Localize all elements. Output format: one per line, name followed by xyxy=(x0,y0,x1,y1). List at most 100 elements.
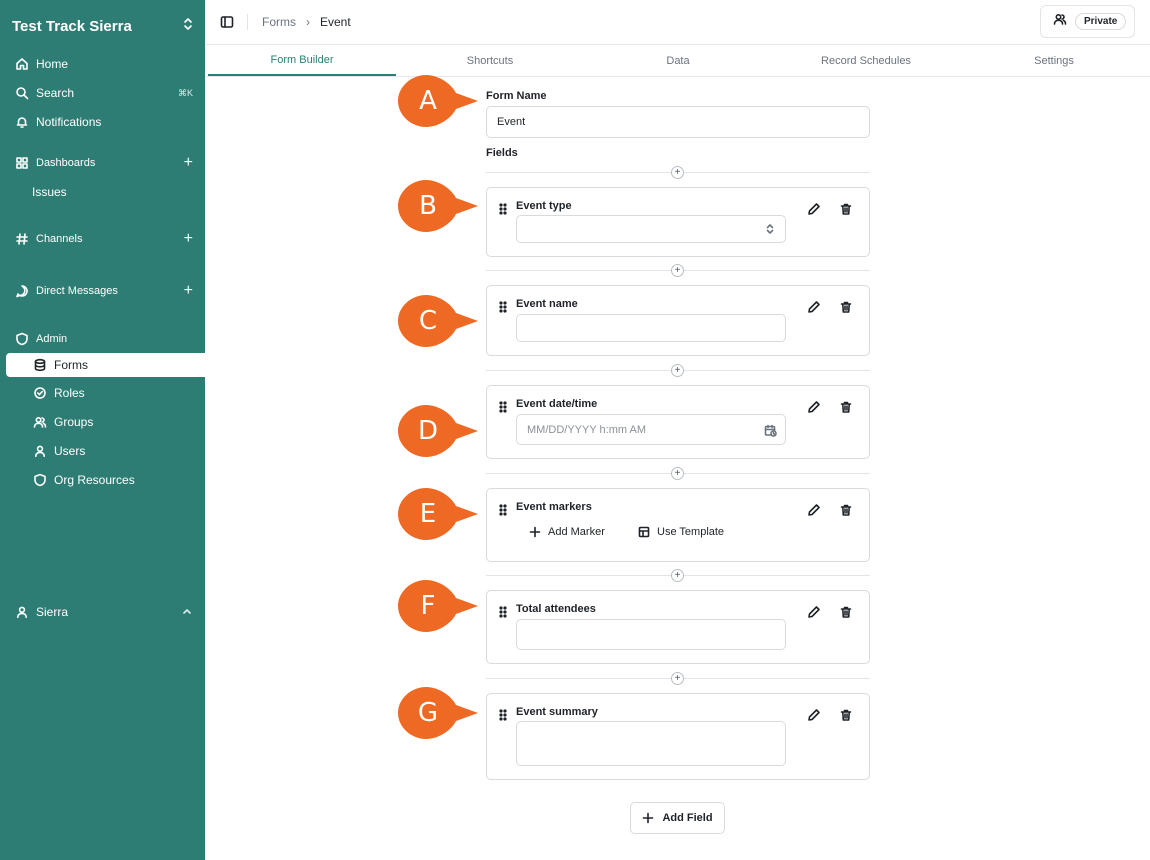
template-icon xyxy=(637,525,651,539)
sidebar-section-direct-messages[interactable]: Direct Messages + xyxy=(6,279,205,303)
callout-marker: B xyxy=(396,178,478,234)
callout-letter: E xyxy=(419,499,437,529)
sidebar-section-admin[interactable]: Admin xyxy=(6,327,205,351)
drag-handle-icon[interactable] xyxy=(499,503,507,516)
form-name-label: Form Name xyxy=(486,90,547,102)
drag-handle-icon[interactable] xyxy=(499,202,507,215)
user-name: Sierra xyxy=(36,605,69,619)
plus-icon xyxy=(642,812,654,824)
tab-data[interactable]: Data xyxy=(584,45,772,76)
sidebar-item-home[interactable]: Home xyxy=(6,52,205,76)
trash-icon[interactable] xyxy=(839,708,855,724)
shield-icon xyxy=(14,331,30,347)
chevron-updown-icon xyxy=(182,17,194,36)
pencil-icon[interactable] xyxy=(807,503,823,519)
use-template-button[interactable]: Use Template xyxy=(637,525,724,539)
callout-letter: A xyxy=(419,86,437,116)
sidebar-item-label: Search xyxy=(36,86,75,100)
drag-handle-icon[interactable] xyxy=(499,400,507,413)
check-circle-icon xyxy=(32,385,48,401)
callout-letter: F xyxy=(420,591,436,621)
sidebar-item-label: Home xyxy=(36,57,69,71)
sidebar-item-issues[interactable]: Issues xyxy=(6,180,205,204)
trash-icon[interactable] xyxy=(839,503,855,519)
insert-field-plus-icon[interactable]: + xyxy=(671,569,684,582)
trash-icon[interactable] xyxy=(839,605,855,621)
shield-icon xyxy=(32,472,48,488)
bell-icon xyxy=(14,114,30,130)
sidebar-toggle-icon[interactable] xyxy=(219,14,235,30)
sidebar-item-notifications[interactable]: Notifications xyxy=(6,110,205,134)
add-field-button[interactable]: Add Field xyxy=(630,802,725,834)
tab-shortcuts[interactable]: Shortcuts xyxy=(396,45,584,76)
trash-icon[interactable] xyxy=(839,300,855,316)
sidebar-item-users[interactable]: Users xyxy=(6,439,205,463)
insert-field-plus-icon[interactable]: + xyxy=(671,467,684,480)
pencil-icon[interactable] xyxy=(807,202,823,218)
privacy-button[interactable]: Private xyxy=(1040,5,1135,38)
sidebar-section-label: Direct Messages xyxy=(36,285,118,297)
breadcrumb-forms[interactable]: Forms xyxy=(262,15,296,29)
drag-handle-icon[interactable] xyxy=(499,300,507,313)
form-name-input[interactable]: Event xyxy=(486,106,870,138)
sidebar-user-menu[interactable]: Sierra xyxy=(6,600,205,624)
dashboard-icon xyxy=(14,155,30,171)
sidebar: Test Track Sierra Home Search ⌘K Notific… xyxy=(0,0,205,860)
tab-form-builder[interactable]: Form Builder xyxy=(208,45,396,76)
callout-marker: E xyxy=(396,486,478,542)
tab-bar: Form Builder Shortcuts Data Record Sched… xyxy=(205,45,1150,77)
tab-settings[interactable]: Settings xyxy=(960,45,1148,76)
pencil-icon[interactable] xyxy=(807,708,823,724)
trash-icon[interactable] xyxy=(839,400,855,416)
home-icon xyxy=(14,56,30,72)
sidebar-item-forms[interactable]: Forms xyxy=(6,353,205,377)
fields-label: Fields xyxy=(486,147,518,159)
event-name-input[interactable] xyxy=(516,314,786,342)
header: Forms › Event Private xyxy=(205,0,1150,45)
calendar-clock-icon[interactable] xyxy=(763,423,777,437)
event-summary-textarea[interactable] xyxy=(516,721,786,766)
insert-field-plus-icon[interactable]: + xyxy=(671,166,684,179)
add-channel-icon[interactable]: + xyxy=(184,231,193,247)
pencil-icon[interactable] xyxy=(807,400,823,416)
pencil-icon[interactable] xyxy=(807,300,823,316)
callout-letter: B xyxy=(419,191,437,221)
event-datetime-input[interactable]: MM/DD/YYYY h:mm AM xyxy=(516,414,786,445)
sidebar-item-roles[interactable]: Roles xyxy=(6,381,205,405)
sidebar-item-groups[interactable]: Groups xyxy=(6,410,205,434)
add-field-label: Add Field xyxy=(662,812,713,824)
total-attendees-input[interactable] xyxy=(516,619,786,650)
add-marker-button[interactable]: Add Marker xyxy=(528,525,605,539)
pencil-icon[interactable] xyxy=(807,605,823,621)
drag-handle-icon[interactable] xyxy=(499,605,507,618)
use-template-label: Use Template xyxy=(657,526,725,538)
sidebar-item-org-resources[interactable]: Org Resources xyxy=(6,468,205,492)
privacy-badge: Private xyxy=(1075,13,1127,30)
sidebar-item-search[interactable]: Search ⌘K xyxy=(6,81,205,105)
insert-field-plus-icon[interactable]: + xyxy=(671,672,684,685)
users-icon xyxy=(1053,12,1067,31)
hash-icon xyxy=(14,231,30,247)
insert-field-plus-icon[interactable]: + xyxy=(671,364,684,377)
insert-field-plus-icon[interactable]: + xyxy=(671,264,684,277)
add-message-icon[interactable]: + xyxy=(184,283,193,299)
field-title: Event type xyxy=(516,200,572,212)
sidebar-section-dashboards[interactable]: Dashboards + xyxy=(6,151,205,175)
trash-icon[interactable] xyxy=(839,202,855,218)
sidebar-item-label: Org Resources xyxy=(54,473,135,487)
sidebar-item-label: Forms xyxy=(54,358,88,372)
plus-icon xyxy=(528,525,542,539)
add-dashboard-icon[interactable]: + xyxy=(184,155,193,171)
sidebar-item-label: Users xyxy=(54,444,86,458)
sidebar-item-label: Issues xyxy=(32,185,67,199)
field-card-event-summary: Event summary xyxy=(486,693,870,780)
tab-record-schedules[interactable]: Record Schedules xyxy=(772,45,960,76)
app-root: Test Track Sierra Home Search ⌘K Notific… xyxy=(0,0,1150,860)
event-type-select[interactable] xyxy=(516,215,786,243)
datetime-placeholder: MM/DD/YYYY h:mm AM xyxy=(527,423,646,436)
sidebar-section-channels[interactable]: Channels + xyxy=(6,227,205,251)
chevron-right-icon: › xyxy=(306,15,310,29)
drag-handle-icon[interactable] xyxy=(499,708,507,721)
workspace-switcher[interactable]: Test Track Sierra xyxy=(12,16,194,36)
callout-marker: G xyxy=(396,685,478,741)
